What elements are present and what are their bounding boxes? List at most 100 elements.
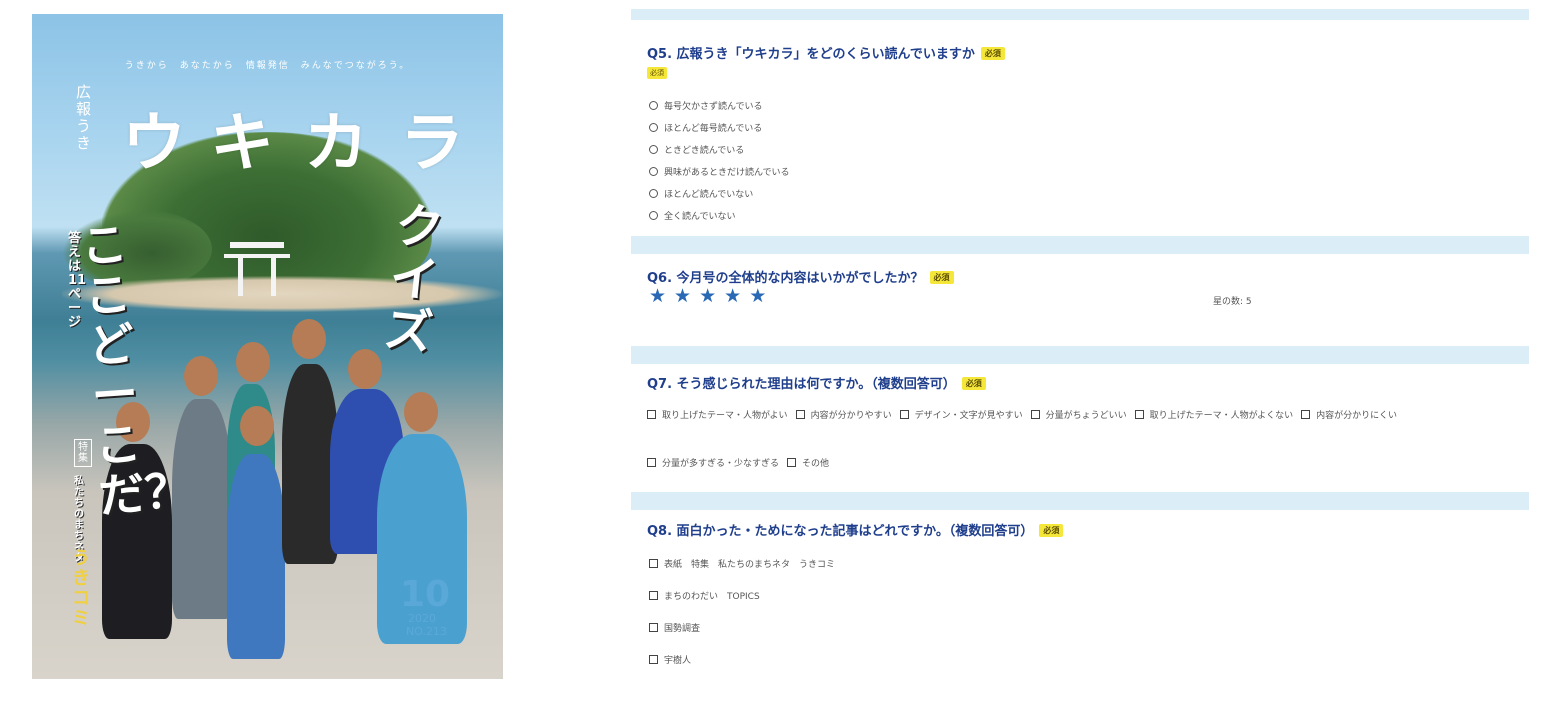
required-badge: 必須 [980,47,1005,60]
cover-brand-small: 広報うき [76,83,92,152]
checkbox-label: 内容が分かりやすい [810,411,892,421]
checkbox-option[interactable]: 宇樹人 [649,653,691,665]
star-icon[interactable]: ★ [724,285,741,307]
magazine-cover: うきから あなたから 情報発信 みんなでつながろう。 広報うき ウ キ カ ラ … [32,14,503,679]
checkbox-option[interactable]: デザイン・文字が見やすい [899,408,1023,421]
radio-label: ほとんど毎号読んでいる [664,123,763,134]
checkbox-row: 分量が多すぎる・少なすぎる その他 [647,456,837,470]
checkbox-option[interactable]: まちのわだい TOPICS [649,589,760,602]
checkbox[interactable] [647,458,656,467]
question-title-q7: Q7. そう感じられた理由は何ですか。（複数回答可） 必須 [647,373,986,392]
radio-button[interactable] [649,166,658,176]
checkbox-label: まちのわだい TOPICS [664,592,760,602]
checkbox-label: 分量が多すぎる・少なすぎる [662,459,780,469]
radio-button[interactable] [649,100,658,110]
child-head [348,349,382,389]
torii-gate-bar [224,254,290,258]
radio-option[interactable]: 毎号欠かさず読んでいる [649,97,763,113]
question-card-q6: Q6. 今月号の全体的な内容はいかがでしたか？ 必須 ★ ★ ★ ★ ★ 星の数: 5 [631,254,1529,346]
radio-label: 興味があるときだけ読んでいる [664,167,790,178]
checkbox-option[interactable]: 表紙 特集 私たちのまちネタ うきコミ [649,557,835,570]
cover-answer-page: 答えは11ページ [68,231,87,330]
checkbox[interactable] [795,410,805,419]
child-head [404,392,438,432]
radio-label: 全く読んでいない [664,211,736,222]
radio-option[interactable]: ときどき読んでいる [649,141,744,157]
checkbox-option[interactable]: その他 [787,456,829,469]
checkbox-label: 内容が分かりにくい [1316,411,1397,421]
checkbox-label: その他 [802,459,830,469]
radio-option[interactable]: ほとんど毎号読んでいる [649,119,762,135]
checkbox-option[interactable]: 分量が多すぎる・少なすぎる [647,456,779,469]
checkbox-option[interactable]: 取り上げたテーマ・人物がよい [647,408,788,421]
checkbox-label: 取り上げたテーマ・人物がよくない [1149,411,1294,421]
child-head [292,319,326,359]
cover-title-char: キ [210,106,274,181]
cover-feature-name: うきコミ [72,548,90,629]
star-icon[interactable]: ★ [749,285,766,307]
cover-title-char: ラ [400,106,464,181]
star-count-label: 星の数: 5 [1213,297,1252,307]
radio-button[interactable] [649,144,658,154]
checkbox-label: 取り上げたテーマ・人物がよい [662,411,788,421]
star-rating[interactable]: ★ ★ ★ ★ ★ [649,285,774,307]
question-card-q8: Q8. 面白かった・ためになった記事はどれですか。（複数回答可） 必須 表紙 特集… [631,510,1529,665]
radio-label: ほとんど読んでいない [664,189,754,200]
radio-button[interactable] [649,188,658,198]
question-card-q5: Q5. 広報うき「ウキカラ」をどのくらい読んでいますか 必須 必須 毎号欠かさず読… [631,20,1529,236]
radio-option[interactable]: 全く読んでいない [649,207,736,223]
required-badge: 必須 [647,67,667,79]
required-badge: 必須 [961,377,986,390]
star-icon[interactable]: ★ [699,285,716,307]
child-figure [227,454,285,659]
checkbox[interactable] [1030,410,1040,419]
checkbox[interactable] [899,410,909,419]
checkbox-label: 分量がちょうどいい [1045,411,1127,421]
radio-label: ときどき読んでいる [664,145,745,156]
checkbox[interactable] [649,655,658,664]
checkbox[interactable] [647,410,656,419]
cover-feature-label: 特集 [74,439,92,467]
child-head [236,342,270,382]
star-icon[interactable]: ★ [649,285,666,307]
survey-form: Q5. 広報うき「ウキカラ」をどのくらい読んでいますか 必須 必須 毎号欠かさず読… [631,9,1529,665]
question-title-q6: Q6. 今月号の全体的な内容はいかがでしたか？ 必須 [647,267,954,286]
checkbox[interactable] [1301,410,1311,419]
question-card-q7: Q7. そう感じられた理由は何ですか。（複数回答可） 必須 取り上げたテーマ・人物… [631,364,1529,492]
required-badge: 必須 [1039,524,1064,537]
cover-title-char: カ [304,106,368,181]
checkbox[interactable] [649,559,658,568]
question-text: Q5. 広報うき「ウキカラ」をどのくらい読んでいますか [647,47,975,62]
checkbox-option[interactable]: 国勢調査 [649,621,700,634]
checkbox-label: 宇樹人 [664,656,692,665]
question-text: Q7. そう感じられた理由は何ですか。（複数回答可） [647,377,956,392]
checkbox[interactable] [787,458,797,467]
question-title-q5: Q5. 広報うき「ウキカラ」をどのくらい読んでいますか 必須 [647,43,1005,62]
checkbox-label: 国勢調査 [664,624,701,634]
question-title-q8: Q8. 面白かった・ためになった記事はどれですか。（複数回答可） 必須 [647,520,1064,539]
question-text: Q8. 面白かった・ためになった記事はどれですか。（複数回答可） [647,524,1034,539]
radio-option[interactable]: 興味があるときだけ読んでいる [649,163,790,179]
radio-button[interactable] [649,210,658,220]
checkbox[interactable] [1134,410,1144,419]
checkbox-option[interactable]: 取り上げたテーマ・人物がよくない [1134,408,1294,421]
cover-issue-month: 10 [400,574,451,615]
checkbox[interactable] [649,623,658,632]
question-text: Q6. 今月号の全体的な内容はいかがでしたか？ [647,271,924,286]
checkbox-option[interactable]: 分量がちょうどいい [1030,408,1127,421]
torii-gate [230,242,284,296]
checkbox-label: 表紙 特集 私たちのまちネタ うきコミ [664,560,836,570]
cover-tagline: うきから あなたから 情報発信 みんなでつながろう。 [124,61,411,71]
checkbox-option[interactable]: 内容が分かりやすい [795,408,892,421]
radio-button[interactable] [649,122,658,132]
radio-option[interactable]: ほとんど読んでいない [649,185,753,201]
star-icon[interactable]: ★ [674,285,691,307]
checkbox-row: 取り上げたテーマ・人物がよい 内容が分かりやすい デザイン・文字が見やすい 分量がちょ… [647,408,1405,422]
checkbox-option[interactable]: 内容が分かりにくい [1301,408,1397,421]
cover-issue-year: 2020 [408,612,436,625]
radio-label: 毎号欠かさず読んでいる [664,101,763,112]
checkbox[interactable] [649,591,658,600]
cover-title-char: ウ [122,106,186,181]
child-head [184,356,218,396]
checkbox-label: デザイン・文字が見やすい [914,411,1023,421]
